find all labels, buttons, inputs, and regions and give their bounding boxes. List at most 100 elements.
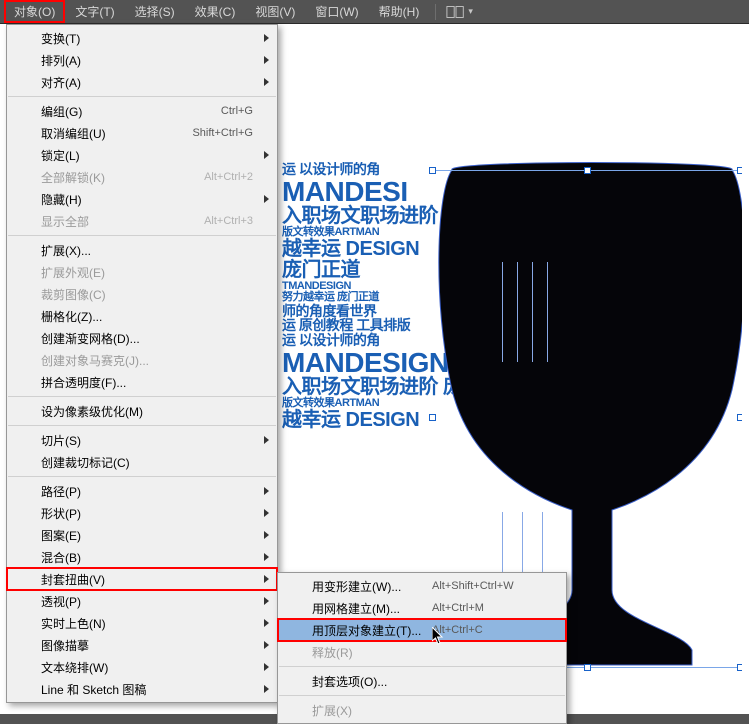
submenu-arrow-icon [264, 597, 269, 605]
menubar-item-view[interactable]: 视图(V) [245, 0, 305, 23]
arrange-documents-icon[interactable] [446, 5, 466, 19]
object-menu-item: 扩展外观(E) [7, 261, 277, 283]
submenu-arrow-icon [264, 151, 269, 159]
envelope-submenu-separator [279, 666, 565, 667]
menu-item-label: 编组(G) [41, 103, 221, 120]
selection-handle[interactable] [737, 664, 742, 671]
menu-item-label: 用变形建立(W)... [312, 578, 432, 595]
object-menu-separator [8, 425, 276, 426]
object-menu-item[interactable]: 编组(G)Ctrl+G [7, 100, 277, 122]
menu-item-label: 实时上色(N) [41, 615, 253, 632]
envelope-submenu-item: 扩展(X) [278, 699, 566, 721]
menubar-item-object[interactable]: 对象(O) [4, 0, 65, 23]
menu-item-label: 释放(R) [312, 644, 542, 661]
menu-item-label: 变换(T) [41, 30, 253, 47]
menu-item-label: 隐藏(H) [41, 191, 253, 208]
object-menu-item[interactable]: 设为像素级优化(M) [7, 400, 277, 422]
submenu-arrow-icon [264, 509, 269, 517]
object-menu-item[interactable]: 创建裁切标记(C) [7, 451, 277, 473]
menu-item-shortcut: Shift+Ctrl+G [192, 127, 253, 139]
object-menu-item[interactable]: 路径(P) [7, 480, 277, 502]
selection-handle[interactable] [584, 664, 591, 671]
object-menu-item[interactable]: 文本绕排(W) [7, 656, 277, 678]
selection-handle[interactable] [584, 167, 591, 174]
menu-item-label: 全部解锁(K) [41, 169, 204, 186]
menu-item-label: 栅格化(Z)... [41, 308, 253, 325]
submenu-arrow-icon [264, 34, 269, 42]
submenu-arrow-icon [264, 619, 269, 627]
object-menu-item[interactable]: 取消编组(U)Shift+Ctrl+G [7, 122, 277, 144]
object-menu-item[interactable]: 图案(E) [7, 524, 277, 546]
envelope-submenu-item[interactable]: 用网格建立(M)...Alt+Ctrl+M [278, 597, 566, 619]
object-menu-item[interactable]: 切片(S) [7, 429, 277, 451]
envelope-submenu-item: 释放(R) [278, 641, 566, 663]
menu-item-label: 切片(S) [41, 432, 253, 449]
menubar-item-window[interactable]: 窗口(W) [305, 0, 368, 23]
selection-handle[interactable] [737, 167, 742, 174]
object-menu-item[interactable]: 封套扭曲(V) [7, 568, 277, 590]
menu-item-label: 扩展外观(E) [41, 264, 253, 281]
submenu-arrow-icon [264, 685, 269, 693]
menubar-item-type[interactable]: 文字(T) [65, 0, 124, 23]
menu-item-label: 混合(B) [41, 549, 253, 566]
object-menu-item[interactable]: 锁定(L) [7, 144, 277, 166]
cursor-pointer-icon [432, 627, 444, 645]
menu-item-label: 显示全部 [41, 213, 204, 230]
object-menu-item[interactable]: 混合(B) [7, 546, 277, 568]
object-menu-item: 显示全部Alt+Ctrl+3 [7, 210, 277, 232]
object-menu-separator [8, 96, 276, 97]
dropdown-chevron-icon[interactable]: ▾ [468, 6, 473, 17]
envelope-submenu-item[interactable]: 用变形建立(W)...Alt+Shift+Ctrl+W [278, 575, 566, 597]
selection-handle[interactable] [429, 414, 436, 421]
submenu-arrow-icon [264, 56, 269, 64]
selection-handle[interactable] [429, 167, 436, 174]
object-menu-separator [8, 396, 276, 397]
object-menu-item[interactable]: 排列(A) [7, 49, 277, 71]
envelope-submenu-item[interactable]: 封套选项(O)... [278, 670, 566, 692]
menubar-item-select[interactable]: 选择(S) [125, 0, 185, 23]
object-menu-item[interactable]: 拼合透明度(F)... [7, 371, 277, 393]
menu-item-label: 图像描摹 [41, 637, 253, 654]
object-menu-separator [8, 235, 276, 236]
object-menu-item[interactable]: 实时上色(N) [7, 612, 277, 634]
guide-line [502, 512, 503, 572]
object-menu-item[interactable]: 形状(P) [7, 502, 277, 524]
submenu-arrow-icon [264, 641, 269, 649]
object-menu-item[interactable]: 变换(T) [7, 27, 277, 49]
submenu-arrow-icon [264, 663, 269, 671]
menu-item-shortcut: Alt+Ctrl+2 [204, 171, 253, 183]
object-menu-item[interactable]: 栅格化(Z)... [7, 305, 277, 327]
menu-item-label: 创建渐变网格(D)... [41, 330, 253, 347]
menu-item-shortcut: Alt+Ctrl+C [432, 624, 542, 636]
submenu-arrow-icon [264, 531, 269, 539]
object-menu-item[interactable]: 创建渐变网格(D)... [7, 327, 277, 349]
object-menu-item[interactable]: 对齐(A) [7, 71, 277, 93]
menubar: 对象(O) 文字(T) 选择(S) 效果(C) 视图(V) 窗口(W) 帮助(H… [0, 0, 749, 24]
menu-item-label: 封套扭曲(V) [41, 571, 253, 588]
object-menu: 变换(T)排列(A)对齐(A)编组(G)Ctrl+G取消编组(U)Shift+C… [6, 24, 278, 703]
guide-line [542, 512, 543, 572]
selection-handle[interactable] [737, 414, 742, 421]
submenu-arrow-icon [264, 553, 269, 561]
guide-line [547, 262, 548, 362]
object-menu-item[interactable]: 图像描摹 [7, 634, 277, 656]
menu-item-shortcut: Ctrl+G [221, 105, 253, 117]
menu-item-label: 创建对象马赛克(J)... [41, 352, 253, 369]
menu-item-label: 封套选项(O)... [312, 673, 542, 690]
menu-item-label: 用网格建立(M)... [312, 600, 432, 617]
guide-line [502, 262, 503, 362]
menubar-item-effect[interactable]: 效果(C) [185, 0, 246, 23]
envelope-submenu-separator [279, 695, 565, 696]
menu-item-label: 扩展(X)... [41, 242, 253, 259]
object-menu-item[interactable]: Line 和 Sketch 图稿 [7, 678, 277, 700]
envelope-distort-submenu: 用变形建立(W)...Alt+Shift+Ctrl+W用网格建立(M)...Al… [277, 572, 567, 724]
object-menu-item[interactable]: 扩展(X)... [7, 239, 277, 261]
object-menu-item: 创建对象马赛克(J)... [7, 349, 277, 371]
object-menu-item: 全部解锁(K)Alt+Ctrl+2 [7, 166, 277, 188]
menu-item-label: 创建裁切标记(C) [41, 454, 253, 471]
menu-item-label: 用顶层对象建立(T)... [312, 622, 432, 639]
object-menu-item[interactable]: 透视(P) [7, 590, 277, 612]
envelope-submenu-item[interactable]: 用顶层对象建立(T)...Alt+Ctrl+C [278, 619, 566, 641]
menubar-item-help[interactable]: 帮助(H) [369, 0, 430, 23]
object-menu-item[interactable]: 隐藏(H) [7, 188, 277, 210]
